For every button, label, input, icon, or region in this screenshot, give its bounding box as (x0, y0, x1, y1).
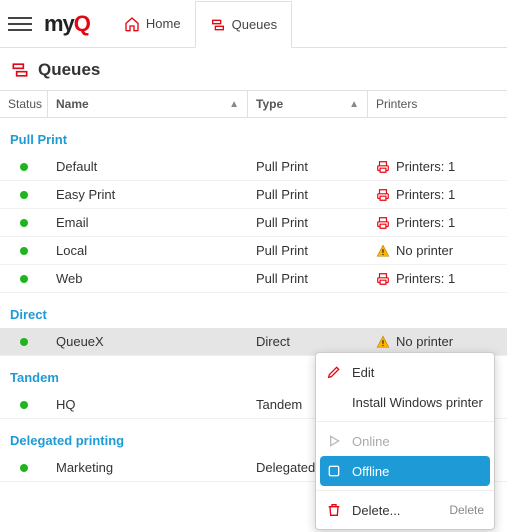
menu-item-install[interactable]: Install Windows printer (316, 387, 494, 417)
group-header[interactable]: Pull Print (0, 118, 507, 153)
cell-printers: Printers: 1 (368, 187, 507, 202)
edit-icon (326, 364, 342, 380)
logo-text-red: Q (74, 11, 90, 36)
status-dot-icon (20, 247, 28, 255)
table-header: Status Name ▲ Type ▲ Printers (0, 90, 507, 118)
page-title: Queues (0, 48, 507, 90)
queues-icon (10, 60, 30, 80)
sort-asc-icon: ▲ (229, 99, 239, 110)
table-row[interactable]: Easy PrintPull PrintPrinters: 1 (0, 181, 507, 209)
queues-icon (210, 17, 226, 33)
blank-icon (326, 394, 342, 410)
status-dot-icon (20, 191, 28, 199)
status-dot-icon (20, 275, 28, 283)
menu-label: Online (352, 434, 484, 449)
col-name-label: Name (56, 97, 89, 111)
cell-name: Marketing (48, 460, 248, 475)
cell-name: Easy Print (48, 187, 248, 202)
col-status[interactable]: Status (0, 91, 48, 117)
warning-icon (376, 335, 390, 349)
menu-label: Delete... (352, 503, 439, 518)
cell-type: Pull Print (248, 215, 368, 230)
table-row[interactable]: EmailPull PrintPrinters: 1 (0, 209, 507, 237)
group-header[interactable]: Direct (0, 293, 507, 328)
cell-type: Pull Print (248, 243, 368, 258)
col-printers[interactable]: Printers (368, 91, 507, 117)
status-dot-icon (20, 464, 28, 472)
menu-hint: Delete (449, 503, 484, 517)
cell-printers: Printers: 1 (368, 271, 507, 286)
menu-item-edit[interactable]: Edit (316, 357, 494, 387)
menu-button[interactable] (8, 12, 32, 36)
printer-icon (376, 216, 390, 230)
cell-name: Local (48, 243, 248, 258)
top-bar: myQ Home Queues (0, 0, 507, 48)
cell-type: Pull Print (248, 271, 368, 286)
printer-icon (376, 188, 390, 202)
menu-label: Install Windows printer (352, 395, 484, 410)
status-dot-icon (20, 401, 28, 409)
cell-printers: No printer (368, 243, 507, 258)
cell-name: Email (48, 215, 248, 230)
menu-separator (316, 490, 494, 491)
tab-queues[interactable]: Queues (195, 1, 293, 48)
menu-item-delete[interactable]: Delete... Delete (316, 495, 494, 525)
status-dot-icon (20, 163, 28, 171)
context-menu: Edit Install Windows printer Online Offl… (315, 352, 495, 530)
square-icon (326, 463, 342, 479)
col-type[interactable]: Type ▲ (248, 91, 368, 117)
logo-text-black: my (44, 11, 74, 36)
menu-item-offline[interactable]: Offline (320, 456, 490, 486)
cell-printers: No printer (368, 334, 507, 349)
sort-asc-icon: ▲ (349, 99, 359, 110)
printer-icon (376, 160, 390, 174)
page-title-text: Queues (38, 60, 100, 80)
table-row[interactable]: LocalPull PrintNo printer (0, 237, 507, 265)
cell-name: Web (48, 271, 248, 286)
cell-name: QueueX (48, 334, 248, 349)
home-icon (124, 16, 140, 32)
warning-icon (376, 244, 390, 258)
status-dot-icon (20, 338, 28, 346)
trash-icon (326, 502, 342, 518)
play-icon (326, 433, 342, 449)
cell-type: Direct (248, 334, 368, 349)
tab-queues-label: Queues (232, 17, 278, 32)
table-row[interactable]: WebPull PrintPrinters: 1 (0, 265, 507, 293)
cell-name: Default (48, 159, 248, 174)
col-name[interactable]: Name ▲ (48, 91, 248, 117)
tab-home[interactable]: Home (110, 0, 195, 47)
cell-type: Pull Print (248, 187, 368, 202)
status-dot-icon (20, 219, 28, 227)
tab-home-label: Home (146, 16, 181, 31)
cell-printers: Printers: 1 (368, 159, 507, 174)
col-type-label: Type (256, 97, 283, 111)
cell-name: HQ (48, 397, 248, 412)
menu-separator (316, 421, 494, 422)
cell-type: Pull Print (248, 159, 368, 174)
printer-icon (376, 272, 390, 286)
cell-printers: Printers: 1 (368, 215, 507, 230)
table-row[interactable]: DefaultPull PrintPrinters: 1 (0, 153, 507, 181)
menu-label: Edit (352, 365, 484, 380)
logo: myQ (44, 11, 90, 37)
menu-label: Offline (352, 464, 484, 479)
menu-item-online: Online (316, 426, 494, 456)
